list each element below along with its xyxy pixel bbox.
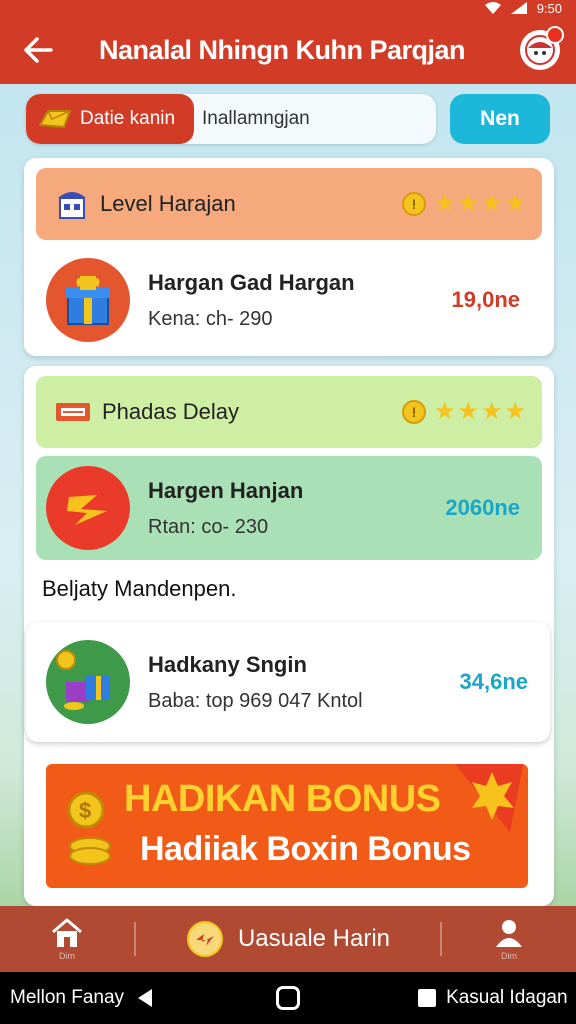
rating-top: ! ★ ★ ★ ★ — [401, 190, 526, 217]
system-recents-icon[interactable] — [418, 989, 437, 1007]
profile-avatar-button[interactable] — [520, 26, 564, 70]
list-item[interactable]: Hargen Hanjan Rtan: co- 230 2060ne — [36, 456, 542, 560]
level-card-main: Phadas Delay ! ★ ★ ★ ★ Hargen Hanjan Rta… — [24, 366, 554, 906]
coin-icon: ! — [401, 192, 426, 216]
status-bar: 9:50 — [0, 0, 576, 16]
list-item[interactable]: Hadkany Sngin Baba: top 969 047 Kntol 34… — [26, 622, 550, 742]
item-subtitle: Kena: ch- 290 — [148, 307, 273, 330]
item-title: Hargen Hanjan — [148, 477, 304, 503]
system-home-icon[interactable] — [276, 986, 301, 1010]
star-icon: ★ — [480, 398, 503, 425]
signal-icon — [510, 2, 527, 14]
search-input[interactable] — [194, 108, 424, 130]
nav-profile-label: Dim — [501, 951, 517, 961]
star-icon: ★ — [504, 398, 526, 425]
user-icon — [496, 920, 522, 947]
nav-home-label: Dim — [59, 951, 75, 961]
star-icon: ★ — [504, 190, 526, 217]
item-title: Hargan Gad Hargan — [148, 269, 355, 295]
home-icon — [52, 918, 82, 947]
list-item[interactable]: Hargan Gad Hargan Kena: ch- 290 19,0ne — [36, 248, 542, 352]
star-icon: ★ — [457, 398, 479, 425]
search-button[interactable]: Nen — [450, 94, 550, 144]
gold-bar-icon — [38, 110, 72, 129]
system-nav-bar: Mellon Fanay Kasual Idagan — [0, 972, 576, 1024]
back-button[interactable] — [8, 20, 68, 80]
bonus-title: HADIKAN BONUS — [124, 778, 441, 820]
system-left-label: Mellon Fanay — [10, 987, 125, 1008]
gift-icon — [46, 258, 130, 342]
level-header-top[interactable]: Level Harajan ! ★ ★ ★ ★ — [36, 168, 542, 240]
category-chip-label: Datie kanin — [80, 108, 176, 129]
item-price: 2060ne — [445, 495, 520, 520]
status-time: 9:50 — [536, 0, 562, 16]
wifi-icon — [484, 2, 501, 14]
starburst-icon — [455, 764, 524, 832]
nav-center[interactable]: Uasuale Harin — [136, 906, 440, 972]
notification-badge — [546, 26, 564, 44]
level-label: Level Harajan — [100, 191, 236, 216]
gift-coins-icon — [46, 640, 130, 724]
search-row: Datie kanin Nen — [26, 94, 550, 144]
app-header: Nanalal Nhingn Kuhn Parqjan — [0, 16, 576, 84]
bonus-subtitle: Hadiiak Boxin Bonus — [140, 830, 471, 868]
item-title: Hadkany Sngin — [148, 651, 307, 677]
star-icon: ★ — [480, 190, 503, 217]
page-title: Nanalal Nhingn Kuhn Parqjan — [98, 34, 466, 65]
coins-icon: $ — [67, 791, 111, 865]
nav-center-label: Uasuale Harin — [237, 925, 391, 952]
system-back-icon[interactable] — [134, 987, 156, 1009]
lightning-icon — [46, 466, 130, 550]
star-icon: ★ — [433, 190, 456, 217]
nav-profile[interactable]: Dim — [442, 906, 576, 972]
level-card-top: Level Harajan ! ★ ★ ★ ★ Hargan Gad Harga… — [24, 158, 554, 356]
section-heading: Beljaty Mandenpen. — [42, 576, 237, 601]
star-icon: ★ — [457, 190, 479, 217]
ticket-icon — [56, 403, 90, 421]
item-subtitle: Rtan: co- 230 — [148, 515, 269, 538]
nav-home[interactable]: Dim — [0, 906, 134, 972]
item-price: 19,0ne — [451, 287, 521, 312]
rating-main: ! ★ ★ ★ ★ — [401, 398, 526, 425]
bottom-nav: Dim Uasuale Harin Dim — [0, 906, 576, 972]
system-right-label: Kasual Idagan — [446, 987, 568, 1008]
item-price: 34,6ne — [459, 669, 529, 694]
svg-text:$: $ — [79, 798, 91, 823]
item-subtitle: Baba: top 969 047 Kntol — [148, 689, 363, 712]
shop-icon — [58, 192, 86, 219]
gift-circle-icon — [186, 921, 223, 957]
arrow-left-icon — [24, 37, 53, 63]
star-icon: ★ — [433, 398, 456, 425]
search-bar: Datie kanin — [26, 94, 436, 144]
category-chip[interactable]: Datie kanin — [26, 94, 194, 144]
level-header-main[interactable]: Phadas Delay ! ★ ★ ★ ★ — [36, 376, 542, 448]
level-label: Phadas Delay — [102, 399, 239, 424]
bonus-banner[interactable]: $ HADIKAN BONUS Hadiiak Boxin Bonus — [46, 764, 528, 888]
coin-icon: ! — [401, 400, 426, 424]
